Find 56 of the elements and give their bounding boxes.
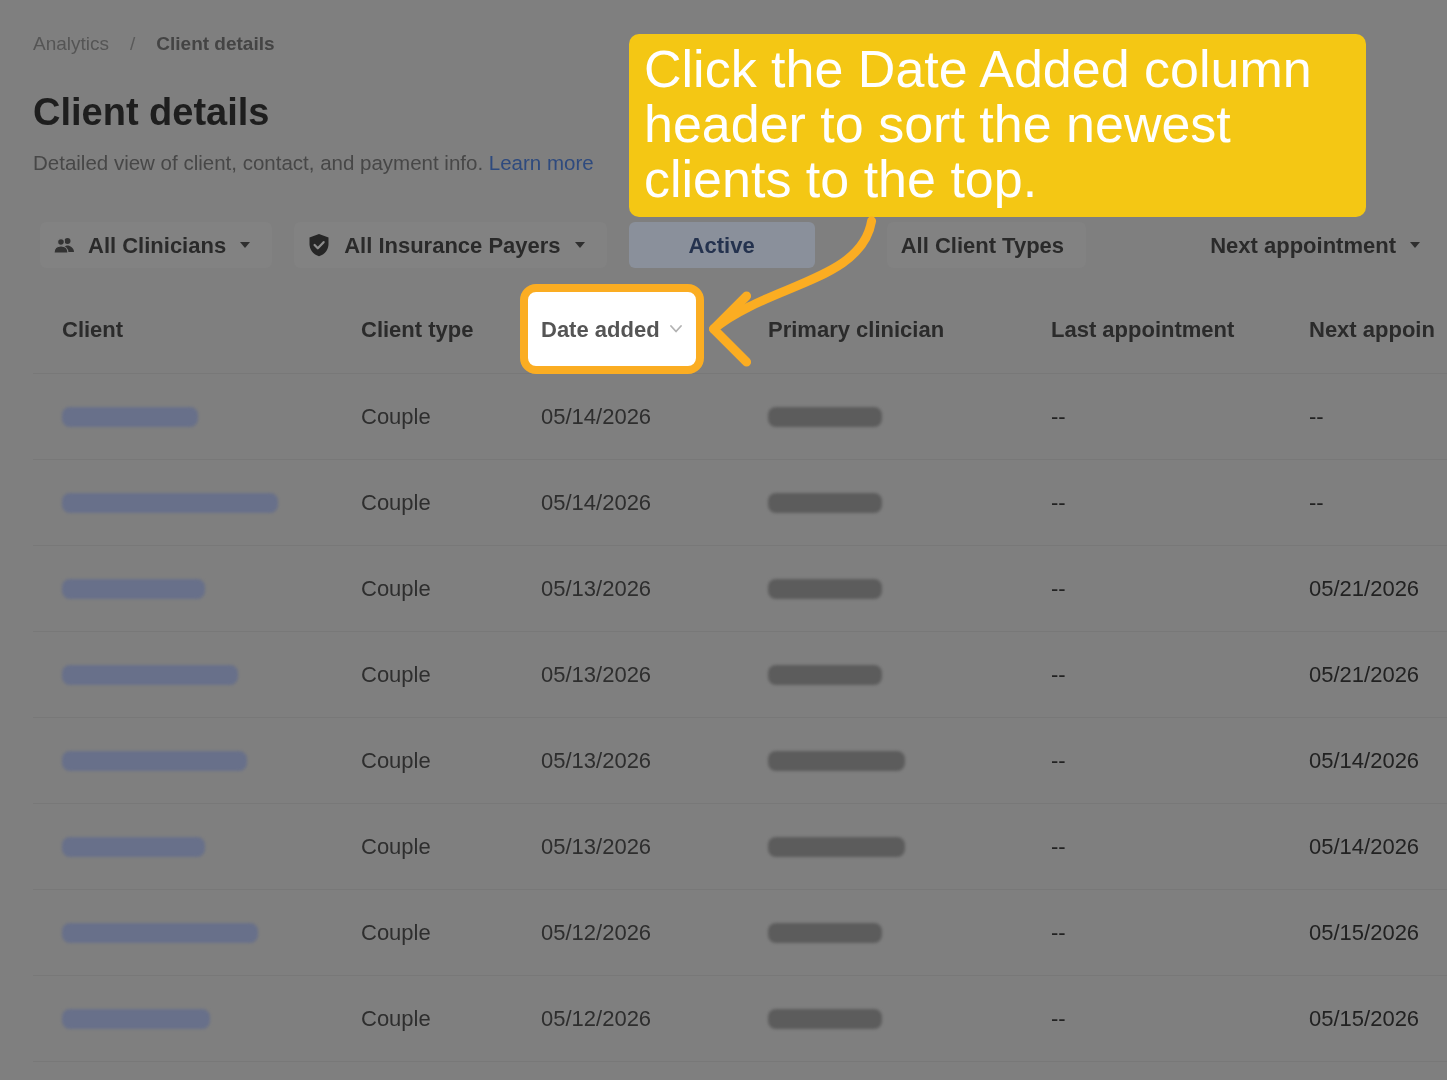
table-cell: Couple: [361, 834, 431, 859]
table-cell: 05/13/2026: [541, 662, 652, 687]
page-description: Detailed view of client, contact, and payment info. Learn more: [33, 150, 594, 176]
table-cell: 05/14/2026: [1309, 748, 1420, 773]
blurred-client-name[interactable]: [62, 407, 198, 428]
table-cell: --: [1051, 834, 1066, 859]
blurred-client-name[interactable]: [62, 665, 238, 686]
blurred-client-name[interactable]: [62, 751, 247, 772]
table-cell: 05/12/2026: [541, 920, 652, 945]
learn-more-link[interactable]: Learn more: [488, 151, 594, 174]
table-cell: Couple: [361, 404, 431, 429]
table-cell: Couple: [361, 920, 431, 945]
table-cell: 05/12/2026: [541, 1006, 652, 1031]
column-header[interactable]: Client type: [361, 312, 474, 346]
blurred-client-name[interactable]: [62, 493, 278, 514]
table-cell: Couple: [361, 748, 431, 773]
table-cell: --: [1051, 404, 1066, 429]
column-header[interactable]: Date added: [520, 284, 704, 374]
table-cell: --: [1309, 490, 1324, 515]
table-cell: 05/13/2026: [541, 834, 652, 859]
filter-dropdown[interactable]: Active: [628, 222, 815, 268]
table-cell: 05/15/2026: [1309, 1006, 1420, 1031]
table-cell: 05/21/2026: [1309, 662, 1420, 687]
blurred-client-name[interactable]: [62, 923, 258, 944]
table-cell: Couple: [361, 490, 431, 515]
blurred-client-name[interactable]: [62, 837, 205, 858]
table-cell: Couple: [361, 662, 431, 687]
table-cell: --: [1051, 1006, 1066, 1031]
blurred-client-name[interactable]: [62, 579, 205, 600]
column-header[interactable]: Last appointment: [1051, 312, 1235, 346]
breadcrumb-separator: /: [130, 32, 136, 56]
page-title: Client details: [33, 90, 270, 134]
table-cell: 05/21/2026: [1309, 576, 1420, 601]
table-cell: --: [1051, 748, 1066, 773]
breadcrumb-current: Client details: [156, 32, 275, 56]
table-cell: 05/15/2026: [1309, 920, 1420, 945]
table-cell: 05/13/2026: [541, 576, 652, 601]
column-header[interactable]: Primary clinician: [768, 312, 945, 346]
table-cell: --: [1051, 490, 1066, 515]
column-header[interactable]: Client: [62, 312, 124, 346]
shield-check-icon: [308, 233, 331, 257]
table-cell: 05/13/2026: [541, 748, 652, 773]
table-cell: 05/14/2026: [1309, 834, 1420, 859]
blurred-client-name[interactable]: [62, 1009, 210, 1030]
table-cell: --: [1051, 920, 1066, 945]
table-cell: Couple: [361, 576, 431, 601]
table-cell: 05/14/2026: [541, 404, 652, 429]
instruction-callout: Click the Date Added column header to sort the newest clients to the top.: [629, 34, 1366, 217]
table-cell: Couple: [361, 1006, 431, 1031]
column-header[interactable]: Next appoin: [1309, 312, 1435, 346]
table-cell: --: [1051, 576, 1066, 601]
people-icon: [54, 237, 74, 253]
table-cell: --: [1051, 662, 1066, 687]
table-cell: --: [1309, 404, 1324, 429]
table-cell: 05/14/2026: [541, 490, 652, 515]
filter-dropdown[interactable]: Next appointment: [1196, 222, 1442, 268]
